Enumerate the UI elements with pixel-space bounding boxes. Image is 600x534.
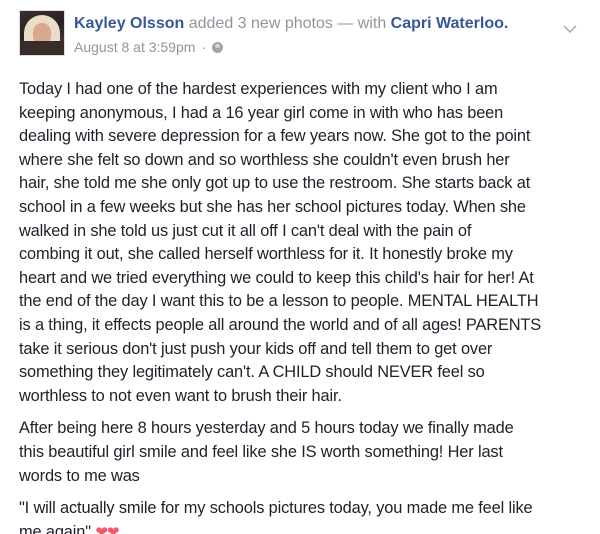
chevron-down-icon[interactable] — [562, 24, 578, 34]
post-quote-paragraph: "I will actually smile for my schools pi… — [19, 497, 587, 534]
meta-separator: · — [201, 39, 206, 55]
avatar-shade — [20, 41, 64, 55]
facebook-post: Kayley Olsson added 3 new photos — with … — [0, 0, 600, 534]
with-prefix-text: — with — [337, 15, 387, 32]
heart-emoji-icon: ❤❤ — [95, 523, 119, 534]
post-body: Today I had one of the hardest experienc… — [19, 78, 587, 534]
post-paragraph: Today I had one of the hardest experienc… — [19, 80, 542, 405]
post-action-text: added 3 new photos — [188, 15, 333, 32]
post-header: Kayley Olsson added 3 new photos — with … — [19, 10, 590, 66]
globe-icon[interactable] — [211, 42, 223, 53]
post-paragraph: After being here 8 hours yesterday and 5… — [19, 419, 514, 485]
post-title-line: Kayley Olsson added 3 new photos — with … — [74, 14, 508, 34]
post-timestamp-link[interactable]: August 8 at 3:59pm — [74, 39, 195, 55]
tagged-person-link[interactable]: Capri Waterloo. — [391, 15, 509, 32]
author-name-link[interactable]: Kayley Olsson — [74, 15, 184, 32]
author-avatar[interactable] — [19, 10, 65, 56]
post-meta: August 8 at 3:59pm · — [74, 38, 223, 56]
